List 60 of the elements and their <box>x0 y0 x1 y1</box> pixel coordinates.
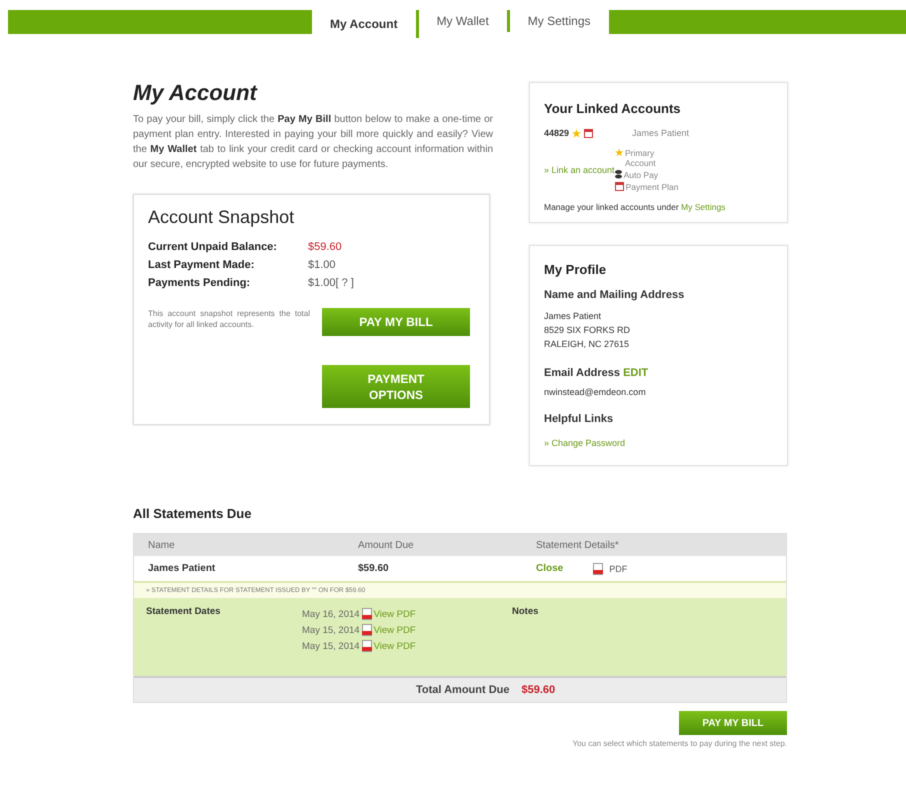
table-cell-text: $59.60 <box>357 563 390 574</box>
legend-label: Payment Plan <box>626 182 678 192</box>
calendar-icon <box>584 128 594 138</box>
statement-date: May 15, 2014 <box>302 640 360 652</box>
card-title: Your Linked Accounts <box>544 101 682 116</box>
snapshot-note: This account snapshot represents the total activity for all linked accounts. <box>148 308 310 331</box>
change-password-link[interactable]: » Change Password <box>544 438 626 448</box>
close-link[interactable]: Close <box>536 563 564 574</box>
column-header: Statement Details* <box>535 540 620 550</box>
section-heading: Email Address EDIT <box>544 367 650 379</box>
dates-label: Statement Dates <box>146 606 222 619</box>
legend-label: Auto Pay <box>624 170 658 180</box>
pdf-icon <box>362 640 372 652</box>
email-text: nwinstead@emdeon.com <box>544 387 647 397</box>
table-cell-text: James Patient <box>147 563 216 574</box>
pdf-icon <box>362 624 372 636</box>
notes-label: Notes <box>512 606 538 619</box>
statement-date: May 15, 2014 <box>302 624 360 636</box>
footnote-text: You can select which statements to pay during the next step. <box>572 739 787 748</box>
balance-label: Payments Pending: <box>148 276 252 291</box>
balance-value: $1.00 <box>308 258 336 273</box>
view-pdf-link[interactable]: View PDF <box>374 608 416 620</box>
page-title: My Account <box>133 80 258 106</box>
column-header: Name <box>147 540 176 550</box>
snapshot-title: Account Snapshot <box>148 207 296 228</box>
balance-value: $59.60 <box>308 240 342 255</box>
address-line: James Patient <box>544 310 602 323</box>
view-pdf-link[interactable]: View PDF <box>374 624 416 636</box>
coin-stack-icon <box>614 170 622 179</box>
view-pdf-link[interactable]: View PDF <box>374 640 416 652</box>
star-icon <box>572 128 582 138</box>
legend-label: Primary Account <box>624 148 657 168</box>
account-number: 44829 <box>544 128 570 138</box>
payment-options-button[interactable]: PAYMENT OPTIONS <box>322 365 470 408</box>
column-header: Amount Due <box>357 540 415 550</box>
total-value: $59.60 <box>522 684 556 696</box>
edit-link[interactable]: EDIT <box>623 367 648 379</box>
pdf-label: PDF <box>609 564 628 574</box>
manage-text: Manage your linked accounts under My Settings <box>544 202 726 212</box>
pay-bill-button[interactable]: PAY MY BILL <box>322 308 470 336</box>
pdf-icon <box>593 562 604 574</box>
section-heading: Helpful Links <box>544 413 614 425</box>
total-label: Total Amount Due <box>416 684 510 696</box>
section-heading: Name and Mailing Address <box>544 289 686 301</box>
statement-date: May 16, 2014 <box>302 608 360 620</box>
link-account-link[interactable]: » Link an account <box>544 165 615 175</box>
balance-value: $1.00[ ? ] <box>308 276 354 291</box>
address-line: RALEIGH, NC 27615 <box>544 338 630 351</box>
intro-paragraph: To pay your bill, simply click the Pay My Bill button below to make a one-time or payment plan entry. Interested in paying your bill more quickly and easily? View the My Wallet tab to link your credit card or checking account information within our secure, encrypted website to use for future payments. <box>133 113 493 172</box>
settings-link[interactable]: My Settings <box>681 202 726 212</box>
star-icon <box>614 148 623 157</box>
address-line: 8529 SIX FORKS RD <box>544 324 632 337</box>
balance-label: Current Unpaid Balance: <box>148 240 278 255</box>
section-title: All Statements Due <box>133 506 252 521</box>
pay-bill-button[interactable]: PAY MY BILL <box>679 711 787 735</box>
calendar-icon <box>614 182 624 191</box>
card-title: My Profile <box>544 262 608 277</box>
balance-label: Last Payment Made: <box>148 258 256 273</box>
account-name: James Patient <box>632 128 690 138</box>
pdf-icon <box>362 608 372 620</box>
